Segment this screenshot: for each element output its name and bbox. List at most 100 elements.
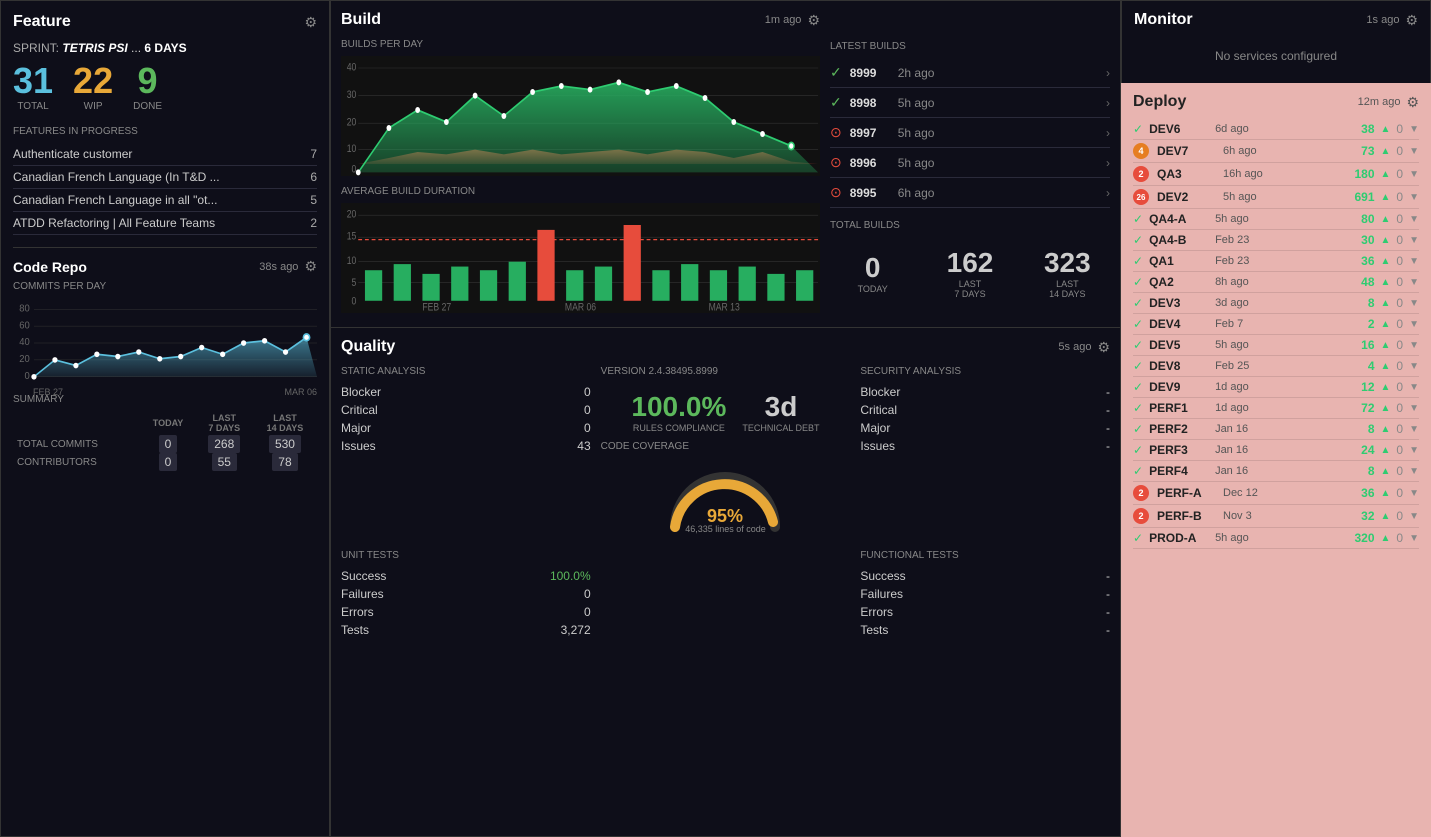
no-services-text: No services configured <box>1134 39 1418 73</box>
deploy-count: 36 <box>1361 254 1374 268</box>
deploy-down-count: 0 <box>1396 359 1403 373</box>
up-arrow-icon: ▲ <box>1381 256 1391 267</box>
deploy-date: 8h ago <box>1215 276 1355 288</box>
down-arrow-icon: ▼ <box>1409 382 1419 393</box>
deploy-down-count: 0 <box>1396 144 1403 158</box>
build-title: Build <box>341 11 381 29</box>
list-item: ✓ DEV3 3d ago 8 ▲ 0 ▼ <box>1133 293 1419 314</box>
deploy-count: 80 <box>1361 212 1374 226</box>
contrib-today: 0 <box>159 453 178 471</box>
up-arrow-icon: ▲ <box>1381 235 1391 246</box>
error-icon: ⊙ <box>830 124 842 141</box>
monitor-section: Monitor 1s ago ⚙ No services configured <box>1121 0 1431 83</box>
env-name: PERF1 <box>1149 401 1209 415</box>
deploy-date: Jan 16 <box>1215 465 1362 477</box>
build-time: 1m ago <box>765 14 802 26</box>
total-last7: 162 LAST7 DAYS <box>927 247 1012 299</box>
deploy-gear-icon[interactable]: ⚙ <box>1406 94 1419 111</box>
deploy-header: Deploy 12m ago ⚙ <box>1133 93 1419 111</box>
commits-chart-svg: 80 60 40 20 0 <box>13 298 317 388</box>
env-name: QA4-A <box>1149 212 1209 226</box>
code-repo-gear-icon[interactable]: ⚙ <box>304 258 317 275</box>
svg-text:MAR 13: MAR 13 <box>709 302 741 313</box>
build-gear-icon[interactable]: ⚙ <box>807 12 820 29</box>
deploy-count: 16 <box>1361 338 1374 352</box>
monitor-header: Monitor 1s ago ⚙ <box>1134 11 1418 29</box>
deploy-down-count: 0 <box>1396 122 1403 136</box>
metric-done-label: DONE <box>133 101 162 112</box>
success-icon: ✓ <box>1133 233 1143 247</box>
quality-row: Issues- <box>860 437 1110 455</box>
list-item: ✓ PERF1 1d ago 72 ▲ 0 ▼ <box>1133 398 1419 419</box>
badge-2: 2 <box>1133 485 1149 501</box>
chevron-right-icon[interactable]: › <box>1106 96 1110 110</box>
deploy-time: 12m ago <box>1358 96 1401 108</box>
deploy-date: 1d ago <box>1215 402 1355 414</box>
svg-text:10: 10 <box>347 143 357 155</box>
success-icon: ✓ <box>1133 380 1143 394</box>
build-num: 8999 <box>850 66 890 80</box>
success-icon: ✓ <box>1133 531 1143 545</box>
coverage-gauge: 95% 46,335 lines of code <box>601 458 851 538</box>
down-arrow-icon: ▼ <box>1409 533 1419 544</box>
success-icon: ✓ <box>1133 254 1143 268</box>
up-arrow-icon: ▲ <box>1381 169 1391 180</box>
env-name: PROD-A <box>1149 531 1209 545</box>
env-name: DEV8 <box>1149 359 1209 373</box>
row-label-contributors: CONTRIBUTORS <box>13 453 140 471</box>
deploy-date: 5h ago <box>1223 191 1348 203</box>
list-item: ✓ QA4-A 5h ago 80 ▲ 0 ▼ <box>1133 209 1419 230</box>
svg-text:80: 80 <box>19 303 30 314</box>
deploy-down-count: 0 <box>1396 275 1403 289</box>
build-time: 5h ago <box>898 126 1098 140</box>
code-repo-header: Code Repo 38s ago ⚙ <box>13 258 317 275</box>
deploy-date: Nov 3 <box>1223 510 1355 522</box>
monitor-title: Monitor <box>1134 11 1193 29</box>
chevron-right-icon[interactable]: › <box>1106 66 1110 80</box>
commits-chart: 80 60 40 20 0 <box>13 298 317 388</box>
deploy-down-count: 0 <box>1396 296 1403 310</box>
chevron-right-icon[interactable]: › <box>1106 126 1110 140</box>
down-arrow-icon: ▼ <box>1409 361 1419 372</box>
deploy-down-count: 0 <box>1396 380 1403 394</box>
deploy-down-count: 0 <box>1396 401 1403 415</box>
commits-7: 268 <box>208 435 240 453</box>
gauge-svg: 95% <box>665 462 785 532</box>
chevron-right-icon[interactable]: › <box>1106 156 1110 170</box>
unit-tests-col: UNIT TESTS Success100.0% Failures0 Error… <box>341 550 591 639</box>
down-arrow-icon: ▼ <box>1409 488 1419 499</box>
deploy-title: Deploy <box>1133 93 1186 111</box>
deploy-count: 8 <box>1368 422 1375 436</box>
monitor-gear-icon[interactable]: ⚙ <box>1405 12 1418 29</box>
deploy-count: 73 <box>1361 144 1374 158</box>
deploy-count: 2 <box>1368 317 1375 331</box>
env-name: PERF3 <box>1149 443 1209 457</box>
features-in-progress-label: FEATURES IN PROGRESS <box>13 126 317 137</box>
build-num: 8996 <box>850 156 890 170</box>
up-arrow-icon: ▲ <box>1381 214 1391 225</box>
up-arrow-icon: ▲ <box>1381 277 1391 288</box>
build-time: 5h ago <box>898 156 1098 170</box>
chevron-right-icon[interactable]: › <box>1106 186 1110 200</box>
static-title: STATIC ANALYSIS <box>341 366 591 377</box>
env-name: DEV6 <box>1149 122 1209 136</box>
deploy-count: 8 <box>1368 296 1375 310</box>
deploy-count: 180 <box>1354 167 1374 181</box>
quality-grid: STATIC ANALYSIS Blocker0 Critical0 Major… <box>341 366 1110 538</box>
build-num: 8998 <box>850 96 890 110</box>
deploy-date: 16h ago <box>1223 168 1348 180</box>
deploy-date: Jan 16 <box>1215 423 1362 435</box>
builds-per-day-label: BUILDS PER DAY <box>341 39 820 50</box>
quality-gear-icon[interactable]: ⚙ <box>1097 339 1110 356</box>
coverage-title: CODE COVERAGE <box>601 441 851 452</box>
functional-tests-title: FUNCTIONAL TESTS <box>860 550 1110 561</box>
feature-metrics: 31 TOTAL 22 WIP 9 DONE <box>13 63 317 112</box>
list-item: ✓ 8999 2h ago › <box>830 58 1110 88</box>
up-arrow-icon: ▲ <box>1381 424 1391 435</box>
quality-middle-empty <box>601 550 851 639</box>
feature-gear-icon[interactable]: ⚙ <box>304 14 317 31</box>
svg-text:30: 30 <box>347 89 357 101</box>
env-name: QA1 <box>1149 254 1209 268</box>
total-today: 0 TODAY <box>830 252 915 294</box>
quality-row: Blocker0 <box>341 383 591 401</box>
